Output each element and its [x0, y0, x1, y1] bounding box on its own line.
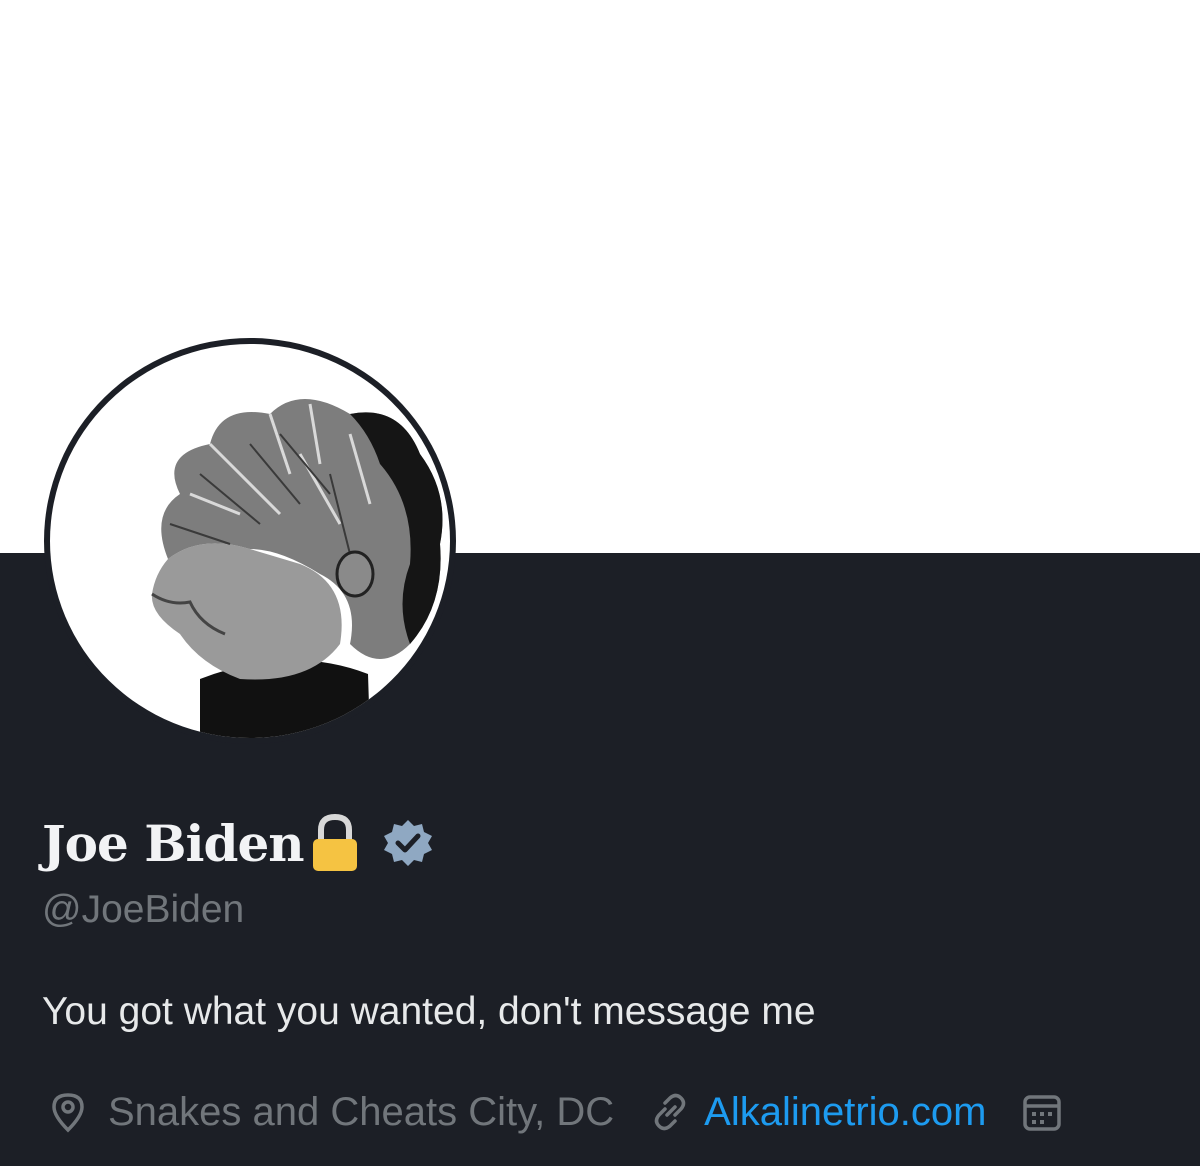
name-row: Joe Biden	[42, 808, 434, 878]
link-icon	[648, 1090, 692, 1134]
bio: You got what you wanted, don't message m…	[42, 990, 816, 1033]
calendar-icon	[1020, 1090, 1064, 1134]
website-group[interactable]: Alkalinetrio.com	[648, 1090, 986, 1135]
joined-group	[1020, 1090, 1064, 1134]
location-text: Snakes and Cheats City, DC	[108, 1089, 615, 1134]
profile-meta-row: Snakes and Cheats City, DC Alkalinetrio.…	[46, 1082, 1064, 1142]
avatar[interactable]	[44, 338, 456, 744]
display-name: Joe Biden	[42, 813, 305, 873]
location-pin-icon	[46, 1090, 90, 1134]
profile-page: Joe Biden @JoeBiden You got what you wan…	[0, 0, 1200, 1166]
lock-icon	[306, 811, 364, 875]
website-link[interactable]: Alkalinetrio.com	[704, 1090, 986, 1135]
handle: @JoeBiden	[42, 888, 245, 931]
verified-icon[interactable]	[382, 817, 434, 869]
avatar-image	[50, 344, 450, 738]
